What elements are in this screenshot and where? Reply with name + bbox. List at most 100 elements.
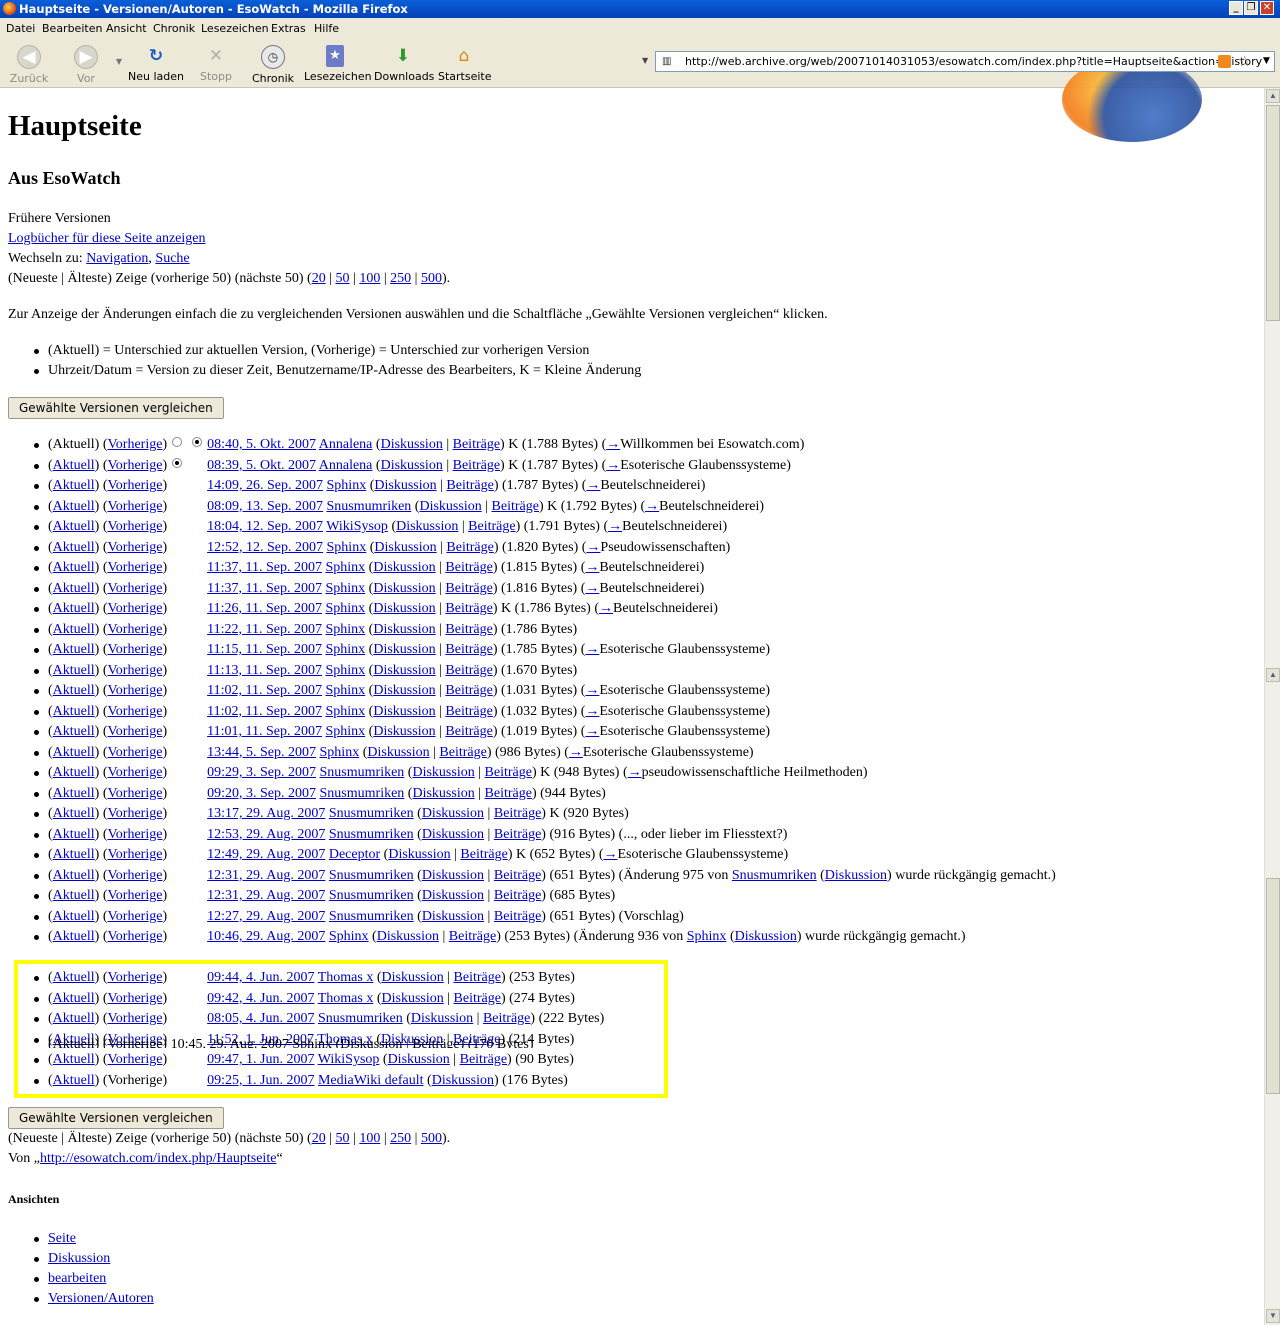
section-arrow-link[interactable]: →: [585, 724, 599, 739]
user-link[interactable]: Sphinx: [325, 622, 365, 637]
back-button[interactable]: ◀ Zurück: [8, 41, 50, 85]
scrollbar-thumb[interactable]: [1266, 105, 1280, 321]
contribs-link[interactable]: Beiträge: [439, 745, 486, 760]
paging-link-500[interactable]: 500: [421, 271, 442, 286]
section-arrow-link[interactable]: →: [606, 437, 620, 452]
vorherige-link[interactable]: Vorherige: [108, 663, 163, 678]
user-link[interactable]: Sphinx: [320, 745, 360, 760]
contribs-link[interactable]: Beiträge: [492, 499, 539, 514]
contribs-link[interactable]: Beiträge: [446, 478, 493, 493]
talk-link[interactable]: Diskussion: [374, 478, 436, 493]
paging-link-250[interactable]: 250: [390, 1131, 411, 1146]
contribs-link[interactable]: Beiträge: [485, 765, 532, 780]
revision-date-link[interactable]: 09:20, 3. Sep. 2007: [207, 786, 316, 801]
talk-link[interactable]: Diskussion: [381, 458, 443, 473]
aktuell-link[interactable]: Aktuell: [53, 519, 95, 534]
jump-search-link[interactable]: Suche: [155, 251, 189, 266]
scroll-up-arrow-icon[interactable]: ▲: [1266, 668, 1280, 682]
paging-link-250[interactable]: 250: [390, 271, 411, 286]
talk-link[interactable]: Diskussion: [374, 540, 436, 555]
revision-date-link[interactable]: 11:02, 11. Sep. 2007: [207, 704, 322, 719]
talk-link[interactable]: Diskussion: [396, 519, 458, 534]
revision-date-link[interactable]: 13:44, 5. Sep. 2007: [207, 745, 316, 760]
close-button[interactable]: ✕: [1260, 1, 1274, 15]
section-arrow-link[interactable]: →: [628, 765, 642, 780]
user-link[interactable]: Snusmumriken: [329, 888, 414, 903]
vorherige-link[interactable]: Vorherige: [108, 499, 163, 514]
section-arrow-link[interactable]: →: [586, 478, 600, 493]
section-arrow-link[interactable]: →: [606, 458, 620, 473]
history-dropdown[interactable]: ▼: [112, 41, 126, 85]
aktuell-link[interactable]: Aktuell: [53, 724, 95, 739]
aktuell-link[interactable]: Aktuell: [53, 622, 95, 637]
revision-date-link[interactable]: 08:39, 5. Okt. 2007: [207, 458, 316, 473]
revision-date-link[interactable]: 13:17, 29. Aug. 2007: [207, 806, 325, 821]
chevron-down-icon[interactable]: ▼: [1263, 52, 1270, 71]
bookmark-star-icon[interactable]: ☆: [1238, 52, 1251, 71]
address-input[interactable]: http://web.archive.org/web/2007101403105…: [685, 52, 1262, 71]
section-arrow-link[interactable]: →: [586, 540, 600, 555]
view-link-diskussion[interactable]: Diskussion: [48, 1251, 110, 1266]
vorherige-link[interactable]: Vorherige: [108, 929, 163, 944]
revision-date-link[interactable]: 10:46, 29. Aug. 2007: [207, 929, 325, 944]
vorherige-link[interactable]: Vorherige: [108, 560, 163, 575]
radio-old[interactable]: [172, 457, 183, 468]
section-arrow-link[interactable]: →: [645, 499, 659, 514]
contribs-link[interactable]: Beiträge: [445, 663, 492, 678]
section-arrow-link[interactable]: →: [599, 601, 613, 616]
vorherige-link[interactable]: Vorherige: [108, 888, 163, 903]
vorherige-link[interactable]: Vorherige: [108, 540, 163, 555]
jump-navigation-link[interactable]: Navigation: [86, 251, 148, 266]
maximize-button[interactable]: ❐: [1244, 1, 1258, 15]
paging-link-20[interactable]: 20: [312, 271, 326, 286]
user-link[interactable]: Annalena: [319, 437, 373, 452]
aktuell-link[interactable]: Aktuell: [53, 806, 95, 821]
aktuell-link[interactable]: Aktuell: [53, 786, 95, 801]
section-arrow-link[interactable]: →: [569, 745, 583, 760]
contribs-link[interactable]: Beiträge: [445, 724, 492, 739]
talk-link[interactable]: Diskussion: [373, 581, 435, 596]
contribs-link[interactable]: Beiträge: [445, 622, 492, 637]
paging-link-50[interactable]: 50: [336, 1131, 350, 1146]
talk-link[interactable]: Diskussion: [422, 888, 484, 903]
vorherige-link[interactable]: Vorherige: [108, 806, 163, 821]
contribs-link[interactable]: Beiträge: [449, 929, 496, 944]
aktuell-link[interactable]: Aktuell: [53, 765, 95, 780]
vorherige-link[interactable]: Vorherige: [108, 601, 163, 616]
reload-button[interactable]: ↻ Neu laden: [128, 41, 184, 85]
vorherige-link[interactable]: Vorherige: [108, 745, 163, 760]
user-link[interactable]: Snusmumriken: [329, 868, 414, 883]
talk-link[interactable]: Diskussion: [419, 499, 481, 514]
revision-date-link[interactable]: 11:02, 11. Sep. 2007: [207, 683, 322, 698]
revision-date-link[interactable]: 11:22, 11. Sep. 2007: [207, 622, 322, 637]
rss-feed-icon[interactable]: [1218, 55, 1231, 68]
vorherige-link[interactable]: Vorherige: [108, 683, 163, 698]
revision-date-link[interactable]: 12:31, 29. Aug. 2007: [207, 868, 325, 883]
user-link[interactable]: Snusmumriken: [327, 499, 412, 514]
vorherige-link[interactable]: Vorherige: [108, 909, 163, 924]
user-link[interactable]: Annalena: [319, 458, 373, 473]
forward-button[interactable]: ▶ Vor: [66, 41, 106, 85]
vorherige-link[interactable]: Vorherige: [108, 724, 163, 739]
contribs-link[interactable]: Beiträge: [460, 847, 507, 862]
menu-extras[interactable]: Extras: [271, 18, 306, 39]
talk-link[interactable]: Diskussion: [373, 622, 435, 637]
talk-link[interactable]: Diskussion: [412, 786, 474, 801]
contribs-link[interactable]: Beiträge: [494, 806, 541, 821]
contribs-link[interactable]: Beiträge: [445, 601, 492, 616]
vorherige-link[interactable]: Vorherige: [108, 478, 163, 493]
contribs-link[interactable]: Beiträge: [453, 458, 500, 473]
user-link[interactable]: Sphinx: [325, 560, 365, 575]
section-arrow-link[interactable]: →: [585, 581, 599, 596]
section-arrow-link[interactable]: →: [585, 683, 599, 698]
aktuell-link[interactable]: Aktuell: [53, 827, 95, 842]
user-link[interactable]: Sphinx: [325, 724, 365, 739]
vorherige-link[interactable]: Vorherige: [108, 868, 163, 883]
revision-date-link[interactable]: 12:31, 29. Aug. 2007: [207, 888, 325, 903]
contribs-link[interactable]: Beiträge: [494, 909, 541, 924]
user-link[interactable]: Snusmumriken: [329, 806, 414, 821]
downloads-button[interactable]: ⬇ Downloads: [374, 41, 434, 85]
vorherige-link[interactable]: Vorherige: [108, 827, 163, 842]
scroll-up-arrow-icon[interactable]: ▲: [1266, 89, 1280, 103]
talk-link[interactable]: Diskussion: [373, 642, 435, 657]
